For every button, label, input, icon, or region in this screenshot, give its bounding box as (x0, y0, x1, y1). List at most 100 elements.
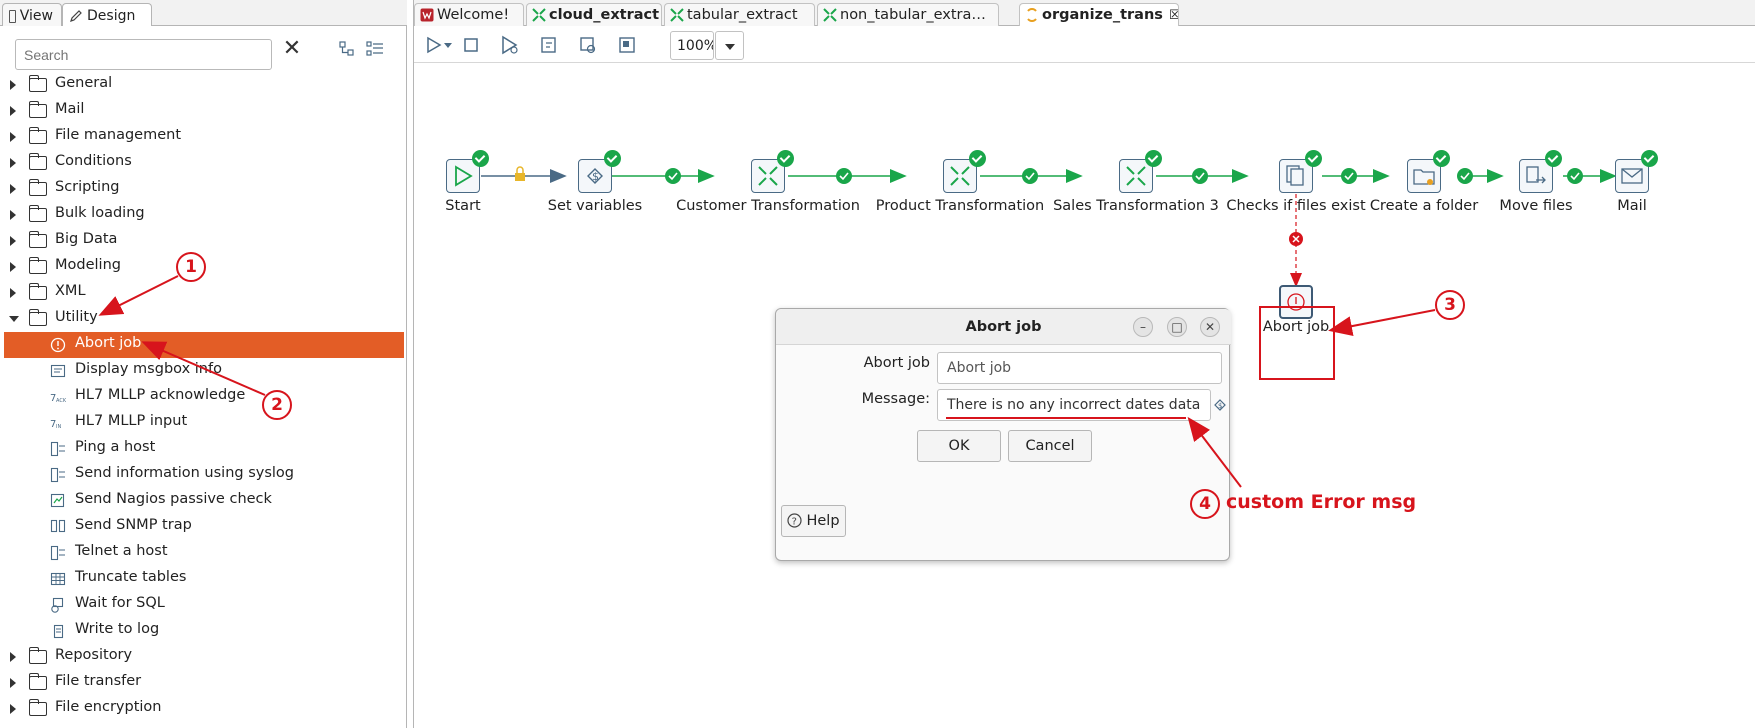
collapse-arrow-icon[interactable] (9, 316, 19, 322)
tree-folder-file-management[interactable]: File management (4, 124, 404, 150)
editor-tab-bar: Welcome! cloud_extract tabular_extract n… (414, 0, 1755, 26)
variable-icon[interactable]: $ (1214, 399, 1226, 411)
tree-folder-general[interactable]: General (4, 72, 404, 98)
pencil-icon (70, 10, 82, 22)
tree-item-truncate[interactable]: Truncate tables (4, 566, 404, 592)
tree-item-ping[interactable]: Ping a host (4, 436, 404, 462)
maximize-icon[interactable]: □ (1167, 317, 1187, 337)
tree-label: File transfer (55, 673, 142, 689)
tab-welcome[interactable]: Welcome! (414, 3, 524, 26)
expand-arrow-icon[interactable] (10, 184, 16, 194)
annotation-marker-1: 1 (176, 252, 206, 282)
abort-job-dialog: Abort job – □ ✕ Abort job Abort job Mess… (775, 308, 1231, 561)
search-input[interactable] (15, 39, 272, 70)
tree-item-syslog[interactable]: Send information using syslog (4, 462, 404, 488)
step-tree: General Mail File management Conditions … (4, 72, 404, 722)
verify-icon[interactable] (577, 34, 599, 56)
preview-icon[interactable] (499, 34, 521, 56)
tree-item-hl7-ack[interactable]: 7 ACK HL7 MLLP acknowledge (4, 384, 404, 410)
tab-design[interactable]: Design (62, 3, 152, 26)
tab-tabular-extract[interactable]: tabular_extract (664, 3, 815, 26)
canvas-toolbar: 100% (414, 28, 1755, 62)
stop-icon[interactable] (460, 34, 482, 56)
hop-check-icon (836, 168, 852, 184)
node-create-folder[interactable] (1407, 150, 1450, 193)
expand-arrow-icon[interactable] (10, 652, 16, 662)
name-label: Abort job (863, 355, 930, 371)
node-set-variables[interactable]: $ (578, 150, 621, 193)
node-customer-transformation[interactable] (751, 150, 794, 193)
hop-check-icon (1567, 168, 1583, 184)
zoom-level-field[interactable]: 100% (670, 31, 714, 60)
expand-tree-icon[interactable] (366, 41, 384, 57)
expand-arrow-icon[interactable] (10, 210, 16, 220)
annotation-note: custom Error msg (1226, 491, 1417, 513)
nagios-icon (50, 493, 65, 508)
folder-icon (29, 179, 47, 196)
tree-folder-conditions[interactable]: Conditions (4, 150, 404, 176)
close-icon[interactable]: ✕ (1200, 317, 1220, 337)
clear-search-icon[interactable]: ✕ (281, 38, 303, 60)
expand-arrow-icon[interactable] (10, 288, 16, 298)
cancel-button[interactable]: Cancel (1008, 430, 1092, 462)
node-move-files[interactable] (1519, 150, 1562, 193)
node-label: Checks if files exist (1226, 198, 1366, 214)
node-mail[interactable] (1615, 150, 1658, 193)
tree-item-display-msgbox[interactable]: Display msgbox info (4, 358, 404, 384)
expand-arrow-icon[interactable] (10, 132, 16, 142)
tree-folder-file-transfer[interactable]: File transfer (4, 670, 404, 696)
zoom-dropdown-button[interactable] (715, 31, 744, 60)
job-canvas[interactable]: Start $ Set variables Customer Transform… (414, 62, 1755, 728)
tree-folder-mail[interactable]: Mail (4, 98, 404, 124)
node-checks-files-exist[interactable] (1279, 150, 1322, 193)
tab-organize-trans[interactable]: organize_trans ☒ (1019, 3, 1179, 26)
tree-folder-xml[interactable]: XML (4, 280, 404, 306)
tree-item-nagios[interactable]: Send Nagios passive check (4, 488, 404, 514)
tab-view[interactable]: View (2, 3, 62, 26)
expand-arrow-icon[interactable] (10, 236, 16, 246)
close-tab-icon[interactable]: ☒ (1169, 8, 1178, 23)
help-button[interactable]: ? Help (781, 505, 846, 537)
tree-item-write-log[interactable]: Write to log (4, 618, 404, 644)
tree-label: XML (55, 283, 86, 299)
minimize-icon[interactable]: – (1133, 317, 1153, 337)
tab-cloud-extract[interactable]: cloud_extract (526, 3, 662, 26)
expand-arrow-icon[interactable] (10, 106, 16, 116)
tree-folder-repository[interactable]: Repository (4, 644, 404, 670)
replay-icon[interactable] (538, 34, 560, 56)
node-start[interactable] (446, 150, 489, 193)
tree-folder-bulk-loading[interactable]: Bulk loading (4, 202, 404, 228)
tree-folder-big-data[interactable]: Big Data (4, 228, 404, 254)
message-field[interactable]: There is no any incorrect dates data (937, 389, 1211, 421)
tree-item-snmp[interactable]: Send SNMP trap (4, 514, 404, 540)
tree-item-wait-sql[interactable]: Wait for SQL (4, 592, 404, 618)
abort-icon (1287, 293, 1305, 311)
tab-non-tabular-extract[interactable]: non_tabular_extra… (817, 3, 999, 26)
folder-icon (29, 231, 47, 248)
expand-arrow-icon[interactable] (10, 678, 16, 688)
job-name-field[interactable]: Abort job (937, 352, 1222, 384)
expand-arrow-icon[interactable] (10, 158, 16, 168)
node-sales-transformation[interactable] (1119, 150, 1162, 193)
expand-arrow-icon[interactable] (10, 704, 16, 714)
tree-label: Abort job (75, 335, 142, 351)
tree-folder-utility[interactable]: Utility (4, 306, 404, 332)
tree-folder-file-encryption[interactable]: File encryption (4, 696, 404, 722)
expand-arrow-icon[interactable] (10, 80, 16, 90)
folder-icon (29, 75, 47, 92)
tree-folder-scripting[interactable]: Scripting (4, 176, 404, 202)
help-label: Help (806, 513, 840, 529)
tree-item-telnet[interactable]: Telnet a host (4, 540, 404, 566)
tree-item-hl7-input[interactable]: 7 IN HL7 MLLP input (4, 410, 404, 436)
ok-button[interactable]: OK (917, 430, 1001, 462)
expand-arrow-icon[interactable] (10, 262, 16, 272)
node-label: Abort job (1262, 319, 1330, 335)
impact-icon[interactable] (616, 34, 638, 56)
run-options-dropdown-icon[interactable] (442, 34, 454, 56)
folder-icon (29, 205, 47, 222)
collapse-tree-icon[interactable] (339, 41, 355, 57)
node-product-transformation[interactable] (943, 150, 986, 193)
cancel-label: Cancel (1025, 438, 1075, 454)
tree-item-abort-job[interactable]: Abort job (4, 332, 404, 358)
node-abort-job[interactable] (1279, 285, 1313, 319)
